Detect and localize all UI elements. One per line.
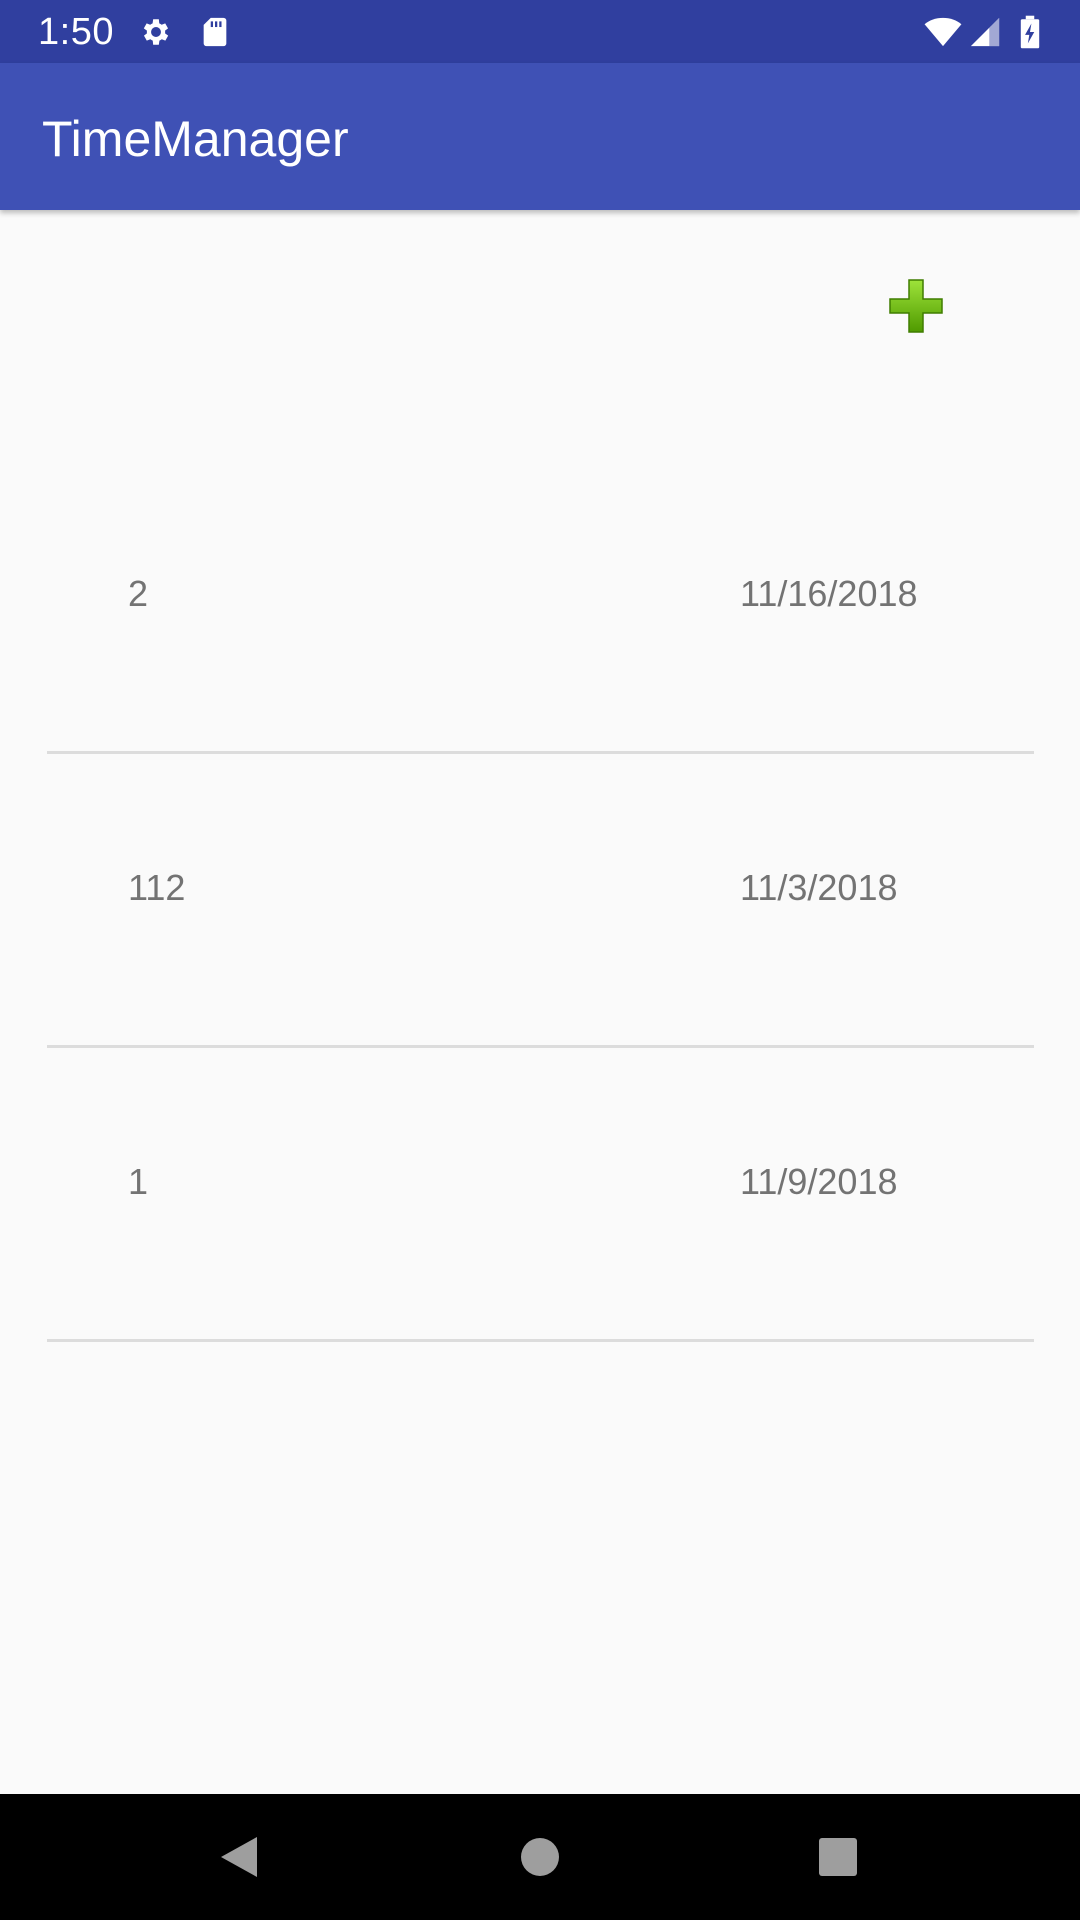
home-icon bbox=[521, 1838, 559, 1876]
list-item[interactable]: 1 11/9/2018 bbox=[0, 1048, 1080, 1342]
navigation-bar bbox=[0, 1794, 1080, 1920]
recents-icon bbox=[819, 1838, 857, 1876]
list-item[interactable]: 2 11/16/2018 bbox=[0, 460, 1080, 754]
home-button[interactable] bbox=[505, 1822, 575, 1892]
status-bar: 1:50 bbox=[0, 0, 1080, 63]
item-name: 2 bbox=[128, 573, 149, 614]
recents-button[interactable] bbox=[803, 1822, 873, 1892]
cell-signal-icon bbox=[970, 17, 1000, 47]
item-name: 1 bbox=[128, 1161, 149, 1202]
item-date: 11/3/2018 bbox=[740, 867, 898, 908]
item-date: 11/16/2018 bbox=[740, 573, 918, 614]
item-name: 112 bbox=[128, 867, 186, 908]
gear-icon bbox=[143, 19, 169, 45]
back-button[interactable] bbox=[204, 1822, 274, 1892]
wifi-icon bbox=[924, 17, 962, 47]
divider bbox=[47, 1339, 1034, 1342]
battery-charging-icon bbox=[1020, 15, 1040, 49]
item-date: 11/9/2018 bbox=[740, 1161, 898, 1202]
back-icon bbox=[221, 1837, 257, 1877]
sd-card-icon bbox=[203, 17, 227, 47]
plus-icon bbox=[889, 279, 943, 333]
app-title: TimeManager bbox=[42, 111, 349, 167]
status-time: 1:50 bbox=[38, 11, 114, 53]
app-bar: TimeManager bbox=[0, 63, 1080, 210]
time-entry-list: 2 11/16/2018 112 11/3/2018 1 11/9/2018 bbox=[0, 460, 1080, 1342]
list-item[interactable]: 112 11/3/2018 bbox=[0, 754, 1080, 1048]
add-item-button[interactable] bbox=[880, 270, 952, 342]
